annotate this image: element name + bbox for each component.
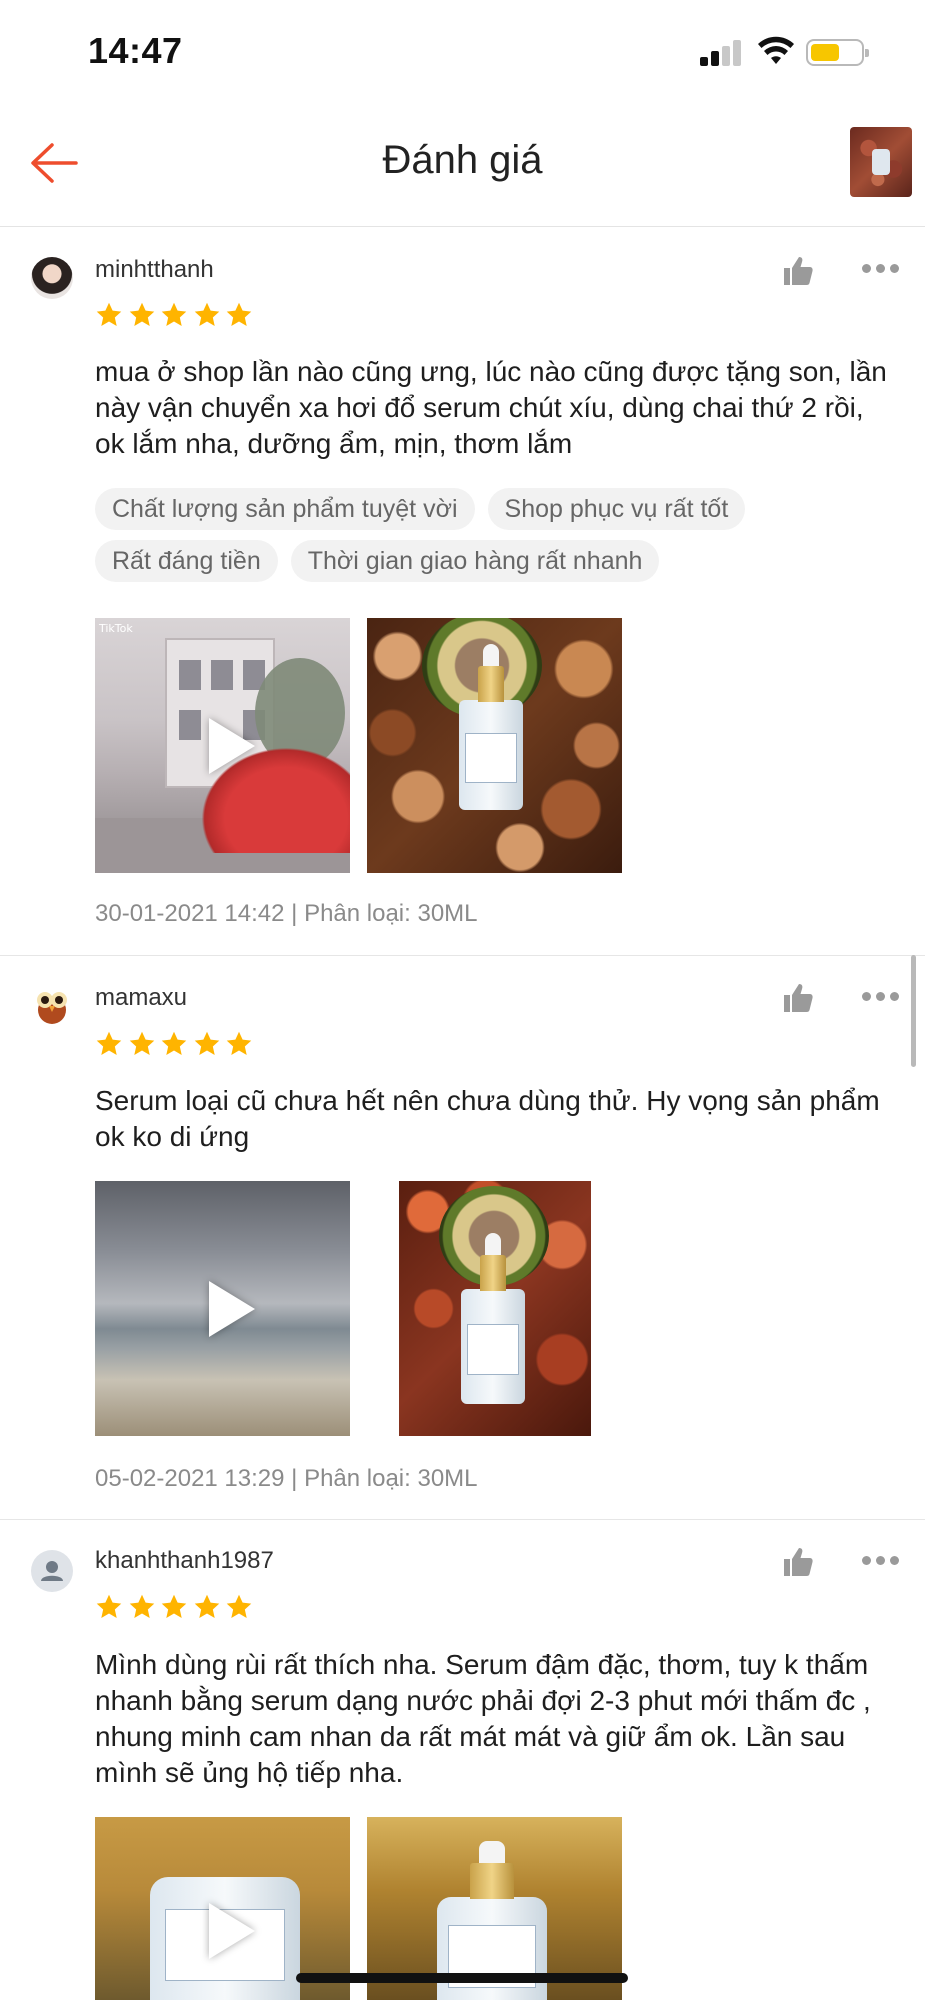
star-icon (194, 302, 219, 326)
review-username[interactable]: khanhthanh1987 (95, 1547, 274, 1575)
play-icon (208, 1280, 255, 1337)
star-icon (194, 1031, 219, 1055)
star-icon (226, 302, 252, 326)
star-icon (129, 302, 154, 326)
review-username[interactable]: minhtthanh (95, 256, 214, 284)
star-icon (129, 1031, 154, 1055)
review-item: minhtthanh mua ở shop lần nào cũng ưng, … (0, 228, 925, 956)
thumbs-up-icon[interactable] (781, 1545, 815, 1579)
battery-icon (806, 39, 869, 66)
star-icon (129, 1594, 154, 1618)
star-icon (226, 1031, 252, 1055)
review-meta: 05-02-2021 13:29 | Phân loại: 30ML (95, 1465, 478, 1492)
star-icon (96, 1031, 122, 1055)
review-username[interactable]: mamaxu (95, 984, 187, 1012)
review-video[interactable]: TikTok (95, 618, 350, 873)
thumbs-up-icon[interactable] (781, 981, 815, 1015)
app-header: Đánh giá (0, 100, 925, 227)
star-icon (226, 1594, 252, 1618)
tiktok-watermark: TikTok (99, 622, 133, 635)
star-rating (95, 1030, 258, 1058)
review-item: khanhthanh1987 Mình dùng rùi rất thích n… (0, 1521, 925, 2000)
review-tag[interactable]: Rất đáng tiền (95, 540, 278, 582)
thumbs-up-icon[interactable] (781, 254, 815, 288)
avatar[interactable] (31, 984, 73, 1026)
star-rating (95, 301, 258, 329)
status-time: 14:47 (88, 30, 183, 71)
review-video[interactable] (95, 1181, 350, 1436)
review-comment: Mình dùng rùi rất thích nha. Serum đậm đ… (95, 1649, 871, 1788)
review-tag[interactable]: Shop phục vụ rất tốt (487, 488, 746, 530)
star-icon (161, 1031, 187, 1055)
star-icon (161, 302, 187, 326)
review-item: mamaxu Serum loại cũ chưa hết nên chưa d… (0, 957, 925, 1520)
home-indicator[interactable] (296, 1973, 628, 1983)
wifi-icon (758, 36, 794, 64)
review-tags: Chất lượng sản phẩm tuyệt vời Shop phục v… (95, 488, 875, 592)
status-bar: 14:47 (0, 0, 925, 100)
review-photo[interactable] (399, 1181, 591, 1436)
review-photo[interactable] (367, 618, 622, 873)
review-tag[interactable]: Chất lượng sản phẩm tuyệt vời (95, 488, 475, 530)
more-options-icon[interactable] (862, 1556, 900, 1568)
avatar[interactable] (31, 257, 73, 299)
more-options-icon[interactable] (862, 264, 900, 276)
star-icon (161, 1594, 187, 1618)
review-comment: Serum loại cũ chưa hết nên chưa dùng thử… (95, 1085, 880, 1152)
star-icon (96, 1594, 122, 1618)
star-icon (194, 1594, 219, 1618)
scrollbar[interactable] (911, 955, 916, 1067)
avatar[interactable] (31, 1550, 73, 1592)
product-thumbnail[interactable] (850, 127, 912, 197)
play-icon (208, 717, 255, 774)
cellular-signal-icon (700, 40, 744, 66)
review-comment: mua ở shop lần nào cũng ưng, lúc nào cũn… (95, 356, 887, 459)
play-icon (208, 1902, 255, 1959)
review-tag[interactable]: Thời gian giao hàng rất nhanh (290, 540, 660, 582)
page-title: Đánh giá (382, 138, 543, 182)
review-meta: 30-01-2021 14:42 | Phân loại: 30ML (95, 900, 478, 927)
star-rating (95, 1593, 258, 1621)
more-options-icon[interactable] (862, 992, 900, 1004)
star-icon (96, 302, 122, 326)
